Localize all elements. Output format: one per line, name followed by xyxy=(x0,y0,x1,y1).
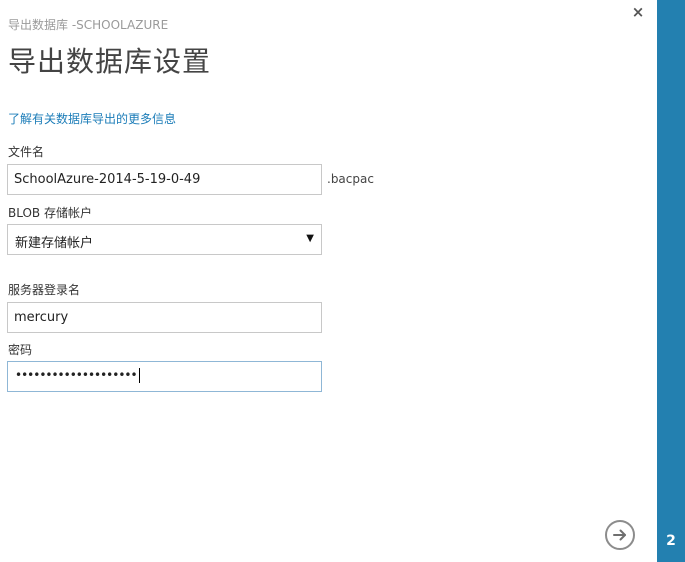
dropdown-arrow-icon: ▼ xyxy=(306,233,314,244)
text-caret xyxy=(138,368,140,383)
learn-more-link[interactable]: 了解有关数据库导出的更多信息 xyxy=(8,110,176,127)
password-label: 密码 xyxy=(8,343,33,357)
file-name-label: 文件名 xyxy=(8,145,45,159)
password-input[interactable]: •••••••••••••••••••• xyxy=(7,361,322,392)
file-extension-label: .bacpac xyxy=(327,172,374,186)
password-masked-value: •••••••••••••••••••• xyxy=(15,368,140,383)
file-name-input[interactable] xyxy=(7,164,322,195)
storage-account-selected-value: 新建存储帐户 xyxy=(15,236,94,251)
arrow-right-icon xyxy=(613,529,626,541)
server-login-label: 服务器登录名 xyxy=(8,283,81,297)
next-button[interactable] xyxy=(605,520,635,550)
storage-account-select[interactable]: 新建存储帐户 ▼ xyxy=(7,224,322,255)
page-title: 导出数据库设置 xyxy=(8,45,212,78)
server-login-input[interactable] xyxy=(7,302,322,333)
wizard-step-bar: 2 xyxy=(657,0,685,562)
dialog-subtitle: 导出数据库 -SCHOOLAZURE xyxy=(8,18,169,32)
storage-account-label: BLOB 存储帐户 xyxy=(8,206,92,220)
wizard-step-number: 2 xyxy=(666,533,676,549)
export-database-dialog: 导出数据库 -SCHOOLAZURE 导出数据库设置 × 了解有关数据库导出的更… xyxy=(0,0,685,562)
close-icon[interactable]: × xyxy=(628,2,648,22)
